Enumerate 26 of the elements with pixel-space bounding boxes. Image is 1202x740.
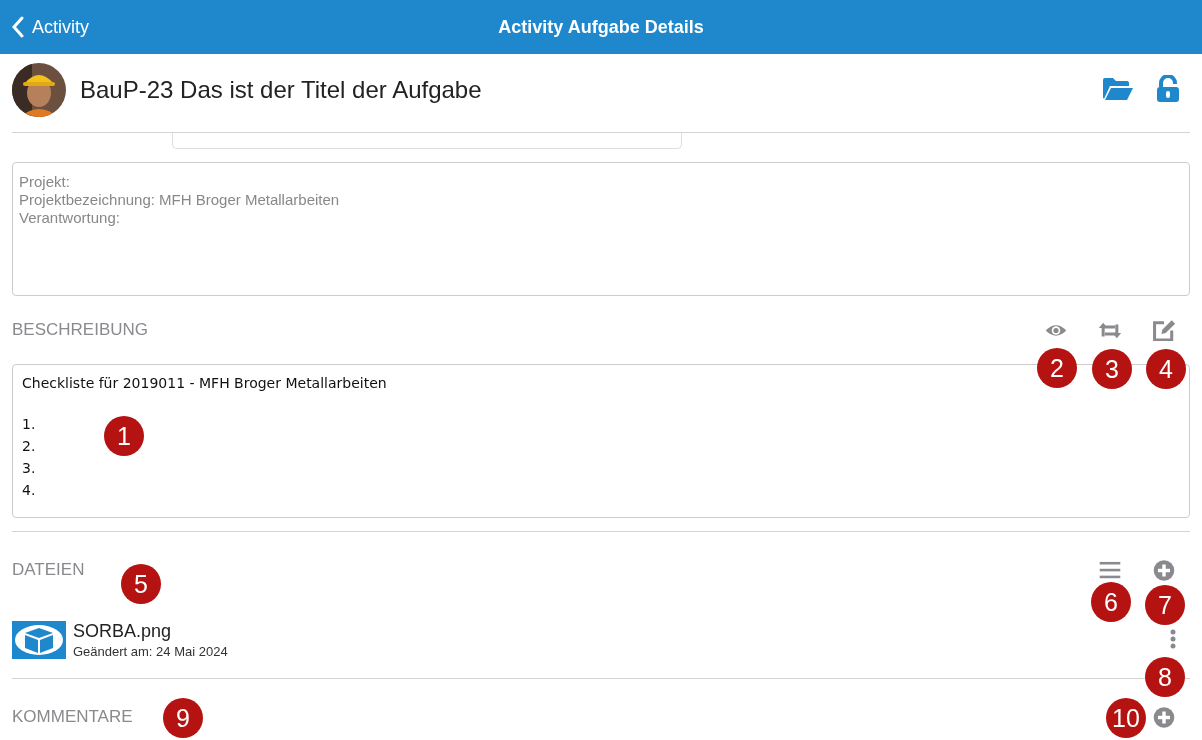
screen-title: Activity Aufgabe Details [498, 16, 704, 38]
section-heading: KOMMENTARE [12, 707, 133, 727]
callout-badge: 4 [1146, 349, 1186, 389]
file-date: Geändert am: 24 Mai 2024 [73, 644, 229, 659]
callout-badge: 7 [1145, 585, 1185, 625]
back-button[interactable]: Activity [12, 0, 89, 54]
file-name: SORBA.png [73, 621, 173, 642]
callout-badge: 9 [163, 698, 203, 738]
callout-badge: 3 [1092, 349, 1132, 389]
add-icon[interactable] [1152, 706, 1176, 728]
input-field[interactable] [172, 133, 682, 149]
chevron-icon [12, 16, 24, 38]
callout-badge: 8 [1145, 657, 1185, 697]
edit-icon[interactable] [1152, 319, 1176, 341]
callout-badge: 6 [1091, 582, 1131, 622]
box-icon [12, 621, 66, 659]
task-title: BauP-23 Das ist der Titel der Aufgabe [80, 76, 483, 104]
callout-badge: 5 [121, 564, 161, 604]
callout-badge: 1 [104, 416, 144, 456]
list-icon[interactable] [1098, 559, 1122, 581]
section-heading: DATEIEN [12, 560, 85, 580]
callout-badge: 2 [1037, 348, 1077, 388]
project-info-field[interactable]: Projekt: Projektbezeichnung: MFH Broger Metallarbeiten Verantwortung: [12, 162, 1190, 296]
callout-badge: 10 [1106, 698, 1146, 738]
add-icon[interactable] [1152, 559, 1176, 581]
section-heading: BESCHREIBUNG [12, 320, 149, 340]
